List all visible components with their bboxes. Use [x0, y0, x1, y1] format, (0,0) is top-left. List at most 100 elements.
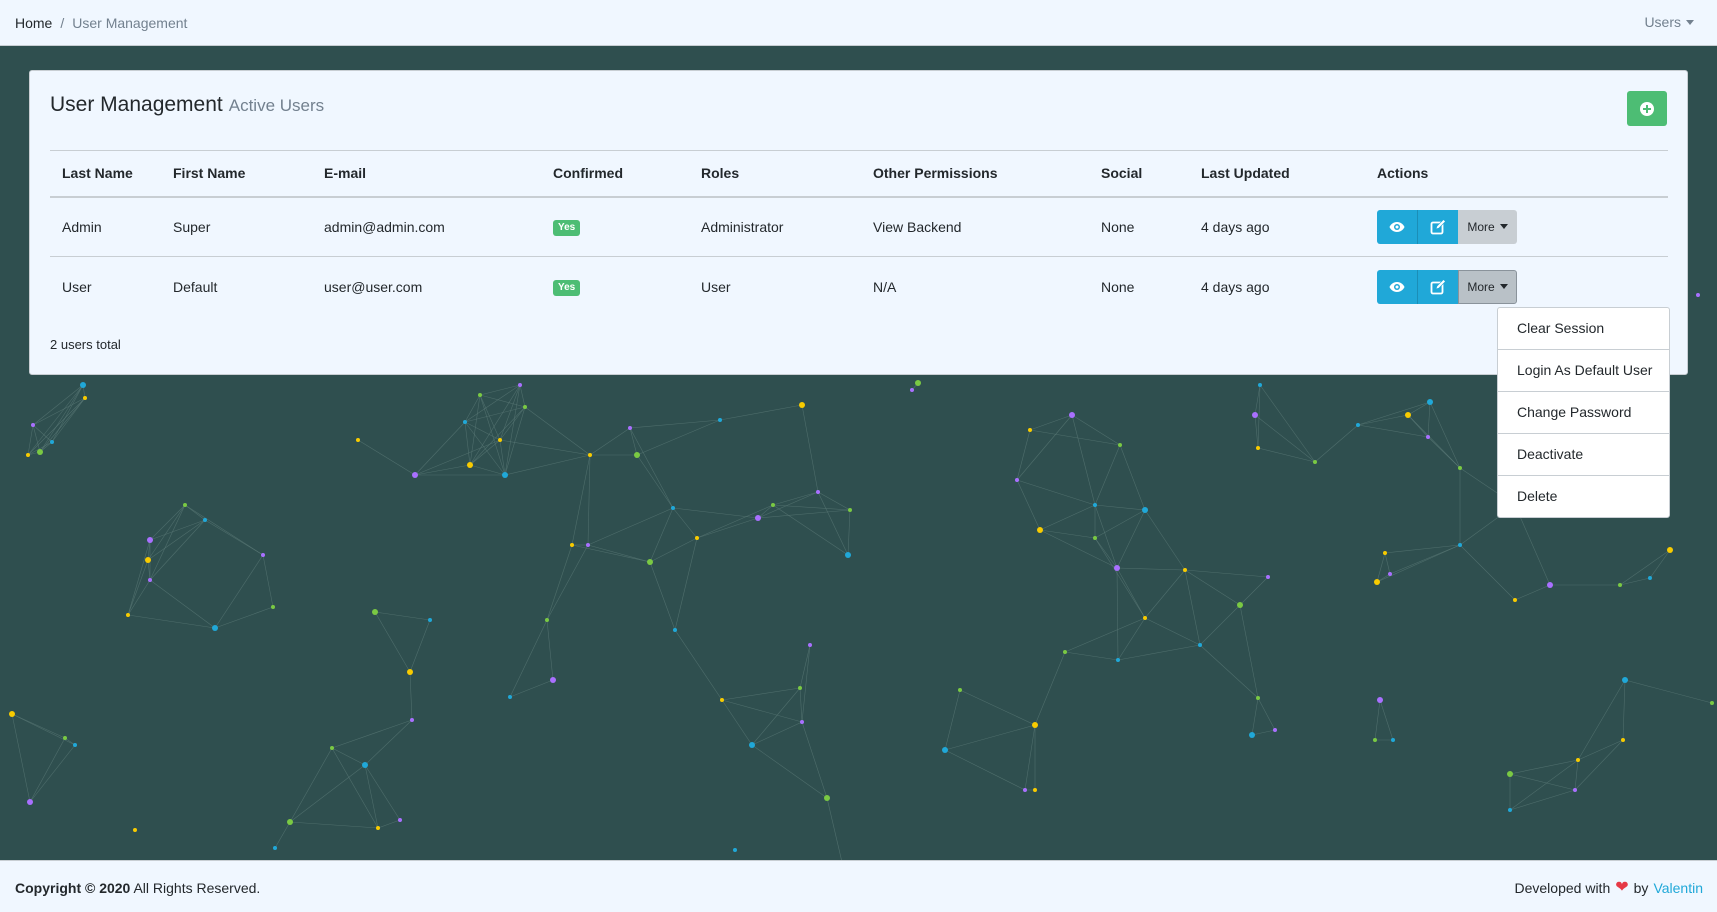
users-dropdown-toggle[interactable]: Users: [1644, 14, 1694, 30]
edit-icon: [1430, 278, 1446, 295]
background-network-dot: [287, 819, 293, 825]
background-network-line: [524, 406, 591, 456]
column-header-last-name[interactable]: Last Name: [50, 150, 161, 198]
edit-user-button[interactable]: [1417, 209, 1458, 244]
cell-other-permissions: View Backend: [861, 196, 1089, 257]
background-network-dot: [63, 736, 67, 740]
background-network-line: [274, 821, 291, 849]
background-network-dot: [771, 503, 775, 507]
background-network-line: [1379, 699, 1394, 741]
background-network-line: [847, 509, 851, 556]
column-header-social[interactable]: Social: [1089, 150, 1189, 198]
background-network-dot: [1266, 575, 1270, 579]
background-network-line: [147, 504, 186, 561]
table-row: User Default user@user.com Yes User N/A …: [50, 257, 1668, 317]
background-network-dot: [518, 383, 522, 387]
background-network-line: [546, 619, 554, 681]
background-network-dot: [1458, 466, 1462, 470]
background-network-line: [751, 687, 801, 746]
background-network-line: [149, 504, 186, 581]
background-network-line: [1251, 729, 1276, 736]
background-network-line: [1016, 479, 1096, 506]
background-network-dot: [799, 402, 805, 408]
background-network-line: [51, 397, 86, 443]
background-network-line: [499, 406, 526, 441]
background-network-dot: [1405, 412, 1411, 418]
menu-item-change-password[interactable]: Change Password: [1498, 392, 1669, 434]
background-network-dot: [271, 605, 275, 609]
background-network-dot: [1508, 808, 1512, 812]
background-network-line: [1624, 679, 1713, 704]
background-network-dot: [1028, 428, 1032, 432]
menu-item-clear-session[interactable]: Clear Session: [1498, 308, 1669, 350]
footer-credits: Developed with ❤ by Valentin: [1515, 880, 1704, 897]
more-actions-button[interactable]: More: [1458, 269, 1517, 304]
menu-item-login-as-user[interactable]: Login As Default User: [1498, 350, 1669, 392]
edit-user-button[interactable]: [1417, 269, 1458, 304]
table-row: Admin Super admin@admin.com Yes Administ…: [50, 196, 1668, 257]
background-network-line: [721, 699, 803, 723]
background-network-line: [11, 713, 31, 803]
column-header-roles[interactable]: Roles: [689, 150, 861, 198]
background-network-dot: [1383, 551, 1387, 555]
background-network-line: [504, 454, 591, 476]
background-network-line: [364, 719, 413, 766]
add-user-button[interactable]: [1627, 91, 1667, 126]
background-network-dot: [845, 552, 851, 558]
background-network-dot: [1033, 788, 1037, 792]
background-network-dot: [910, 388, 914, 392]
more-actions-button[interactable]: More: [1458, 209, 1517, 244]
background-network-dot: [755, 515, 761, 521]
background-network-dot: [410, 718, 414, 722]
cell-first-name: Default: [173, 278, 218, 295]
menu-item-delete[interactable]: Delete: [1498, 476, 1669, 517]
breadcrumb-home-link[interactable]: Home: [15, 14, 52, 32]
background-network-dot: [502, 472, 508, 478]
background-network-dot: [126, 613, 130, 617]
background-network-dot: [463, 420, 467, 424]
background-network-line: [587, 544, 651, 563]
background-network-dot: [816, 490, 820, 494]
background-network-dot: [1373, 738, 1377, 742]
confirmed-badge[interactable]: Yes: [553, 220, 581, 237]
background-network-dot: [1237, 602, 1243, 608]
background-network-dot: [1032, 722, 1038, 728]
background-network-line: [469, 384, 521, 466]
author-link[interactable]: Valentin: [1653, 880, 1703, 896]
background-network-dot: [718, 418, 722, 422]
menu-item-deactivate[interactable]: Deactivate: [1498, 434, 1669, 476]
background-network-dot: [73, 743, 77, 747]
background-network-line: [772, 491, 819, 506]
background-network-line: [1427, 436, 1461, 469]
column-header-other-permissions[interactable]: Other Permissions: [861, 150, 1089, 198]
background-network-line: [1251, 697, 1259, 736]
column-header-email[interactable]: E-mail: [312, 150, 541, 198]
background-network-line: [1094, 509, 1146, 539]
background-network-line: [464, 394, 481, 423]
view-user-button[interactable]: [1377, 209, 1417, 244]
background-network-dot: [720, 698, 724, 702]
background-network-line: [364, 764, 379, 829]
background-network-line: [147, 519, 206, 561]
background-network-line: [757, 491, 819, 519]
background-network-dot: [398, 818, 402, 822]
column-header-last-updated[interactable]: Last Updated: [1189, 150, 1365, 198]
background-network-dot: [147, 537, 153, 543]
more-actions-dropdown-menu: Clear Session Login As Default User Chan…: [1497, 307, 1670, 518]
background-network-line: [801, 644, 811, 723]
background-network-line: [357, 439, 416, 476]
column-header-confirmed[interactable]: Confirmed: [541, 150, 689, 198]
view-user-button[interactable]: [1377, 269, 1417, 304]
confirmed-badge[interactable]: Yes: [553, 280, 581, 297]
breadcrumb-separator: /: [60, 15, 65, 31]
background-network-line: [499, 439, 591, 456]
background-network-line: [1509, 759, 1579, 775]
background-network-line: [546, 544, 573, 621]
background-network-dot: [1388, 572, 1392, 576]
background-network-line: [1514, 584, 1551, 601]
background-network-dot: [1069, 412, 1075, 418]
background-network-dot: [50, 440, 54, 444]
background-network-line: [1619, 549, 1671, 586]
column-header-first-name[interactable]: First Name: [161, 150, 312, 198]
background-network-dot: [1458, 543, 1462, 547]
